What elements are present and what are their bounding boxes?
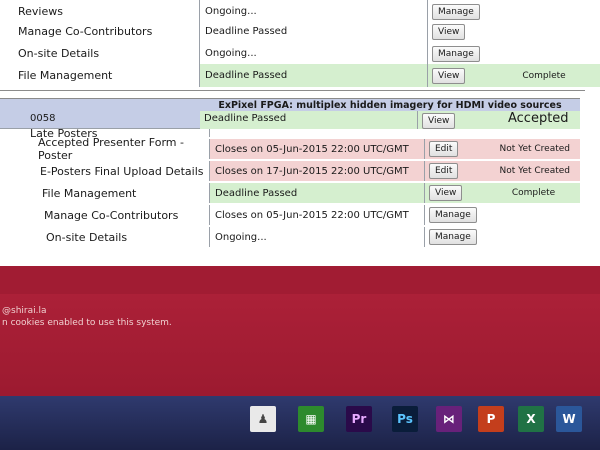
visual-studio-icon[interactable]: ⋈ [436,406,462,432]
excel-icon[interactable]: X [518,406,544,432]
view-button[interactable]: View [422,113,456,129]
row-label: On-site Details [0,42,200,65]
previous-submission-table: Reviews Ongoing... Manage Manage Co-Cont… [0,0,600,92]
cookie-warning-text: n cookies enabled to use this system. [2,318,172,328]
table-row: Deadline Passed View Accepted [200,111,580,129]
manage-button[interactable]: Manage [429,207,477,223]
row-extra [488,42,600,65]
edit-button[interactable]: Edit [429,163,459,179]
submission-id: 0058 [0,99,200,129]
row-status: Deadline Passed [200,64,428,87]
divider [0,90,585,91]
table-row: E-Posters Final Upload Details Closes on… [0,161,580,181]
table-row: Manage Co-Contributors Deadline Passed V… [0,20,600,43]
row-extra: Not Yet Created [487,161,580,181]
table-row: On-site Details Ongoing... Manage [0,227,580,247]
table-row: Manage Co-Contributors Closes on 05-Jun-… [0,205,580,225]
row-extra [488,20,600,43]
table-row: File Management Deadline Passed View Com… [0,64,600,87]
row-status: Deadline Passed [200,20,428,43]
view-button[interactable]: View [429,185,463,201]
table-row: Accepted Presenter Form - Poster Closes … [0,136,580,162]
submission-header: 0058 ExPixel FPGA: multiplex hidden imag… [0,99,580,129]
row-status: Deadline Passed [210,183,425,203]
row-label: Manage Co-Contributors [0,20,200,43]
submission-table: 0058 ExPixel FPGA: multiplex hidden imag… [0,98,580,258]
powerpoint-icon[interactable]: P [478,406,504,432]
footer-error-bar: @shirai.la n cookies enabled to use this… [0,266,600,396]
windows-taskbar: ♟ ▦ Pr Ps ⋈ P X W [0,396,600,450]
manage-button[interactable]: Manage [429,229,477,245]
contact-email-link[interactable]: @shirai.la [2,306,47,316]
row-label: E-Posters Final Upload Details [0,161,210,181]
view-button[interactable]: View [432,67,466,84]
accepted-status-badge: Accepted [478,111,580,129]
word-icon[interactable]: W [556,406,582,432]
row-extra: Complete [487,183,580,203]
row-label: Manage Co-Contributors [0,205,210,225]
row-label: File Management [0,64,200,87]
cortana-icon[interactable]: ♟ [250,406,276,432]
row-label: File Management [0,183,210,203]
row-status: Closes on 05-Jun-2015 22:00 UTC/GMT [210,139,425,159]
photoshop-icon[interactable]: Ps [392,406,418,432]
row-status: Deadline Passed [200,111,418,129]
submission-title: ExPixel FPGA: multiplex hidden imagery f… [200,99,580,111]
table-row: On-site Details Ongoing... Manage [0,42,600,65]
row-status: Ongoing... [210,227,425,247]
premiere-icon[interactable]: Pr [346,406,372,432]
row-extra: Complete [488,64,600,87]
row-label: On-site Details [0,227,210,247]
row-status: Ongoing... [200,42,428,65]
table-row: File Management Deadline Passed View Com… [0,183,580,203]
view-button[interactable]: View [432,23,466,40]
edit-button[interactable]: Edit [429,141,459,157]
manage-button[interactable]: Manage [432,3,480,20]
manage-button[interactable]: Manage [432,45,480,62]
store-icon[interactable]: ▦ [298,406,324,432]
row-extra: Not Yet Created [487,139,580,159]
row-status: Closes on 05-Jun-2015 22:00 UTC/GMT [210,205,425,225]
row-status: Closes on 17-Jun-2015 22:00 UTC/GMT [210,161,425,181]
row-label: Accepted Presenter Form - Poster [0,136,210,162]
